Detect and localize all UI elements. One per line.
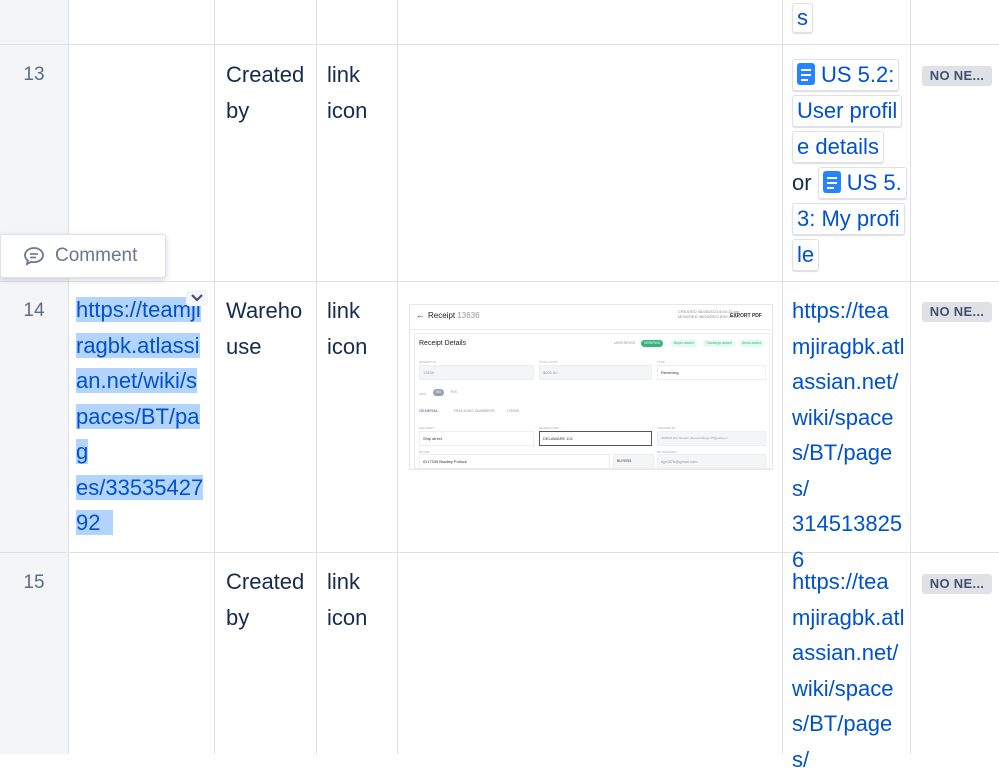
- column-divider: [397, 0, 398, 754]
- row-divider: [0, 281, 999, 282]
- field-label: TOTAL COST: [539, 360, 558, 364]
- receipt-heading: Receipt Details: [419, 340, 467, 347]
- page-link-chip-cont[interactable]: User profil: [792, 95, 903, 127]
- badge: Trackings added: [703, 340, 735, 347]
- row-number-column: [0, 0, 69, 754]
- page-link-chip-cont[interactable]: le: [792, 239, 820, 271]
- toggle: NO: [433, 389, 445, 396]
- field-cell: link icon: [327, 569, 368, 630]
- field: DELAWARE 101: [539, 431, 652, 446]
- field-label: WAREHOUSE *: [539, 426, 561, 430]
- badge: Buyer added: [671, 340, 697, 347]
- badge: VERIFIED: [641, 340, 664, 347]
- field-cell: link icon: [327, 62, 368, 123]
- field-label: DELIVERY *: [419, 426, 436, 430]
- url-line: an.net/wiki/s: [76, 368, 198, 393]
- type-text-line: Created: [226, 62, 305, 87]
- page-icon: [822, 171, 841, 193]
- type-cell: Created by: [226, 569, 305, 630]
- receipt-title: Receipt 13636: [428, 311, 480, 320]
- url-line: https://teamji: [76, 297, 201, 322]
- url-line: 314513825: [792, 511, 903, 536]
- back-arrow-icon: ←: [416, 310, 425, 320]
- url-line: es/33535427: [76, 474, 204, 500]
- prev-row-link-fragment[interactable]: s: [792, 0, 813, 36]
- comment-button[interactable]: Comment: [0, 234, 166, 278]
- url-line: wiki/space: [792, 675, 894, 701]
- field: $500.00: [539, 365, 652, 380]
- field-label: SHIP: [419, 392, 427, 396]
- field-label: CREATED BY: [657, 426, 676, 430]
- receipt-screenshot[interactable]: ← Receipt 13636 CREATED 06/25/2023 8:50:…: [409, 304, 773, 470]
- url-line: wiki/space: [792, 404, 894, 430]
- field-label: TYPE: [657, 360, 665, 364]
- tab: GENERAL: [419, 408, 439, 413]
- related-pages-cell: US 5.2: User profil e details or US 5. 3…: [792, 57, 908, 273]
- field: Receiving: [657, 365, 766, 380]
- receipt-details-card: Receipt Details UNVERIFIED VERIFIED Buye…: [414, 333, 770, 469]
- comment-label: Comment: [55, 245, 138, 266]
- url-line: assian.net/: [792, 640, 899, 665]
- badge: UNVERIFIED: [614, 341, 636, 345]
- or-text: or: [792, 170, 812, 195]
- url-line: https://tea: [792, 298, 889, 323]
- page-link-chip-cont[interactable]: 3: My profi: [792, 203, 905, 235]
- row-divider: [0, 44, 999, 45]
- field: 13636: [419, 365, 534, 380]
- url-line: mjiragbk.atl: [792, 604, 905, 630]
- export-pdf-button: EXPORT PDF: [730, 313, 762, 319]
- selected-url-text[interactable]: https://teamji ragbk.atlassi an.net/wiki…: [76, 292, 208, 541]
- status-lozenge[interactable]: NO NE...: [922, 574, 992, 594]
- link-options-button[interactable]: [186, 290, 208, 306]
- url-line: ragbk.atlassi: [76, 332, 200, 358]
- url-line: assian.net/: [792, 369, 899, 394]
- chevron-down-icon: [191, 294, 203, 302]
- url-line: s/BT/pages/: [792, 440, 893, 501]
- url-line: https://tea: [792, 569, 889, 594]
- row-number: 13: [23, 64, 45, 85]
- toggle: YES: [450, 390, 458, 394]
- column-divider: [910, 0, 911, 754]
- page-link-chip[interactable]: US 5.: [817, 167, 907, 199]
- column-divider: [782, 0, 783, 754]
- type-cell: Wareho use: [226, 298, 303, 359]
- field: ID17335 Bradley Pollock: [419, 454, 610, 469]
- type-text-line: by: [226, 97, 250, 123]
- column-divider: [316, 0, 317, 754]
- field-cell: link icon: [327, 298, 368, 359]
- field: Ship direct: [419, 431, 534, 446]
- field-label: RECEIPT ID: [419, 360, 436, 364]
- comment-icon: [24, 247, 44, 266]
- type-cell: Created by: [226, 57, 311, 128]
- status-lozenge[interactable]: NO NE...: [922, 66, 992, 86]
- page-link-chip-cont[interactable]: e details: [792, 131, 884, 163]
- url-line: s/BT/pages/: [792, 711, 893, 772]
- column-divider: [214, 0, 215, 754]
- confluence-url-link[interactable]: https://tea mjiragbk.atl assian.net/ wik…: [792, 564, 908, 777]
- tab: ITEMS: [507, 408, 520, 413]
- badge: Items added: [739, 340, 765, 347]
- tab: TRACKING NUMBERS: [453, 408, 495, 413]
- url-line: 92: [76, 510, 101, 535]
- status-lozenge[interactable]: NO NE...: [922, 302, 992, 322]
- row-number: 15: [23, 572, 45, 593]
- url-line: mjiragbk.atl: [792, 333, 905, 359]
- field: ID20934 Eric Strastic (laurenbullinger75…: [657, 431, 766, 446]
- confluence-url-link[interactable]: https://tea mjiragbk.atl assian.net/ wik…: [792, 293, 908, 577]
- url-line: paces/BT/pag: [76, 403, 200, 464]
- page-link-chip[interactable]: US 5.2:: [792, 59, 900, 91]
- field: bjp0878@gmail.com: [657, 454, 766, 469]
- row-number: 14: [23, 300, 45, 321]
- page-icon: [797, 63, 815, 85]
- buyers-button: BUYERS: [613, 454, 654, 469]
